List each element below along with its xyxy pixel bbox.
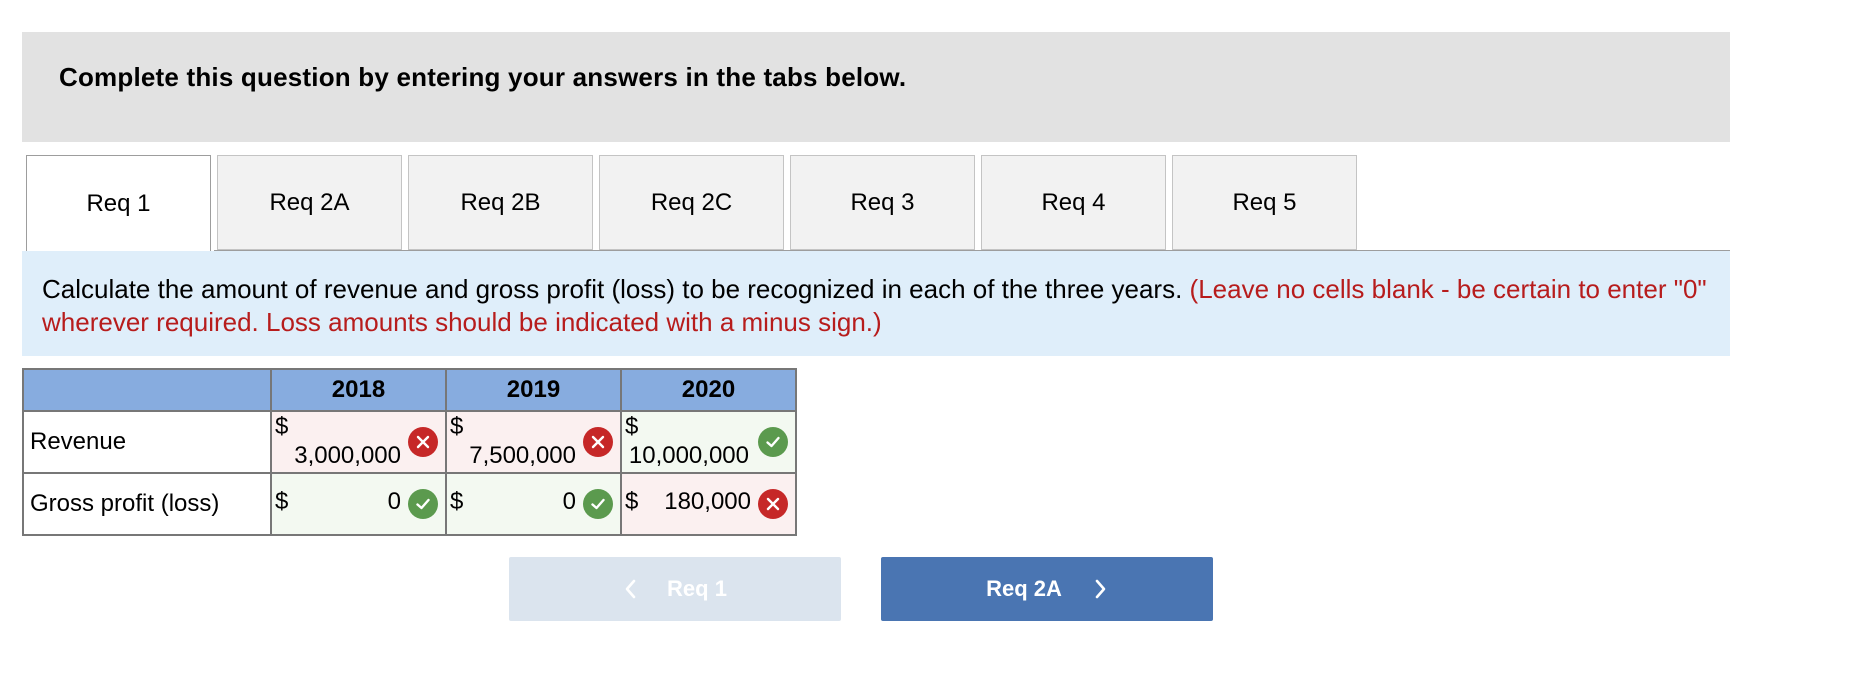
tab-bar: Req 1 Req 2A Req 2B Req 2C Req 3 Req 4 R… — [26, 155, 1363, 252]
cell-value: 0 — [387, 488, 401, 515]
banner-title: Complete this question by entering your … — [59, 62, 907, 92]
tab-req-4[interactable]: Req 4 — [981, 155, 1166, 250]
incorrect-icon — [408, 427, 438, 457]
correct-check-icon — [583, 489, 613, 519]
answer-table: 2018 2019 2020 Revenue $ 3,000,000 $ 7,5… — [22, 368, 797, 536]
tab-req-2b[interactable]: Req 2B — [408, 155, 593, 250]
next-button-label: Req 2A — [986, 576, 1062, 601]
previous-button[interactable]: Req 1 — [509, 557, 841, 621]
instructions-panel: Calculate the amount of revenue and gros… — [22, 251, 1730, 356]
next-button[interactable]: Req 2A — [881, 557, 1213, 621]
correct-check-icon — [758, 427, 788, 457]
currency-symbol: $ — [625, 488, 639, 515]
instructions-text: Calculate the amount of revenue and gros… — [42, 274, 1190, 304]
cell-value: 7,500,000 — [469, 442, 576, 469]
incorrect-icon — [583, 427, 613, 457]
gross-profit-2018-input[interactable]: $ 0 — [270, 472, 447, 536]
gross-profit-2019-input[interactable]: $ 0 — [445, 472, 622, 536]
column-header-2019: 2019 — [445, 368, 622, 412]
currency-symbol: $ — [275, 413, 289, 440]
chevron-right-icon — [1094, 578, 1108, 600]
corner-header — [22, 368, 272, 412]
currency-symbol: $ — [450, 488, 464, 515]
currency-symbol: $ — [625, 413, 639, 440]
revenue-2020-input[interactable]: $ 10,000,000 — [620, 410, 797, 474]
currency-symbol: $ — [450, 413, 464, 440]
table-row-revenue: Revenue $ 3,000,000 $ 7,500,000 $ 10,000… — [22, 410, 797, 474]
row-label-gross-profit: Gross profit (loss) — [22, 472, 272, 536]
revenue-2018-input[interactable]: $ 3,000,000 — [270, 410, 447, 474]
tab-req-3[interactable]: Req 3 — [790, 155, 975, 250]
column-header-2020: 2020 — [620, 368, 797, 412]
previous-button-label: Req 1 — [667, 576, 727, 601]
row-label-revenue: Revenue — [22, 410, 272, 474]
cell-value: 3,000,000 — [294, 442, 401, 469]
correct-check-icon — [408, 489, 438, 519]
revenue-2019-input[interactable]: $ 7,500,000 — [445, 410, 622, 474]
incorrect-icon — [758, 489, 788, 519]
column-header-2018: 2018 — [270, 368, 447, 412]
tab-req-2c[interactable]: Req 2C — [599, 155, 784, 250]
chevron-left-icon — [623, 578, 637, 600]
cell-value: 0 — [562, 488, 576, 515]
currency-symbol: $ — [275, 488, 289, 515]
question-banner: Complete this question by entering your … — [22, 32, 1730, 142]
table-row-gross-profit: Gross profit (loss) $ 0 $ 0 $ 180,000 — [22, 472, 797, 536]
cell-value: 180,000 — [664, 488, 751, 515]
tab-req-1[interactable]: Req 1 — [26, 155, 211, 252]
gross-profit-2020-input[interactable]: $ 180,000 — [620, 472, 797, 536]
tab-req-5[interactable]: Req 5 — [1172, 155, 1357, 250]
cell-value: 10,000,000 — [628, 442, 749, 469]
tab-req-2a[interactable]: Req 2A — [217, 155, 402, 250]
